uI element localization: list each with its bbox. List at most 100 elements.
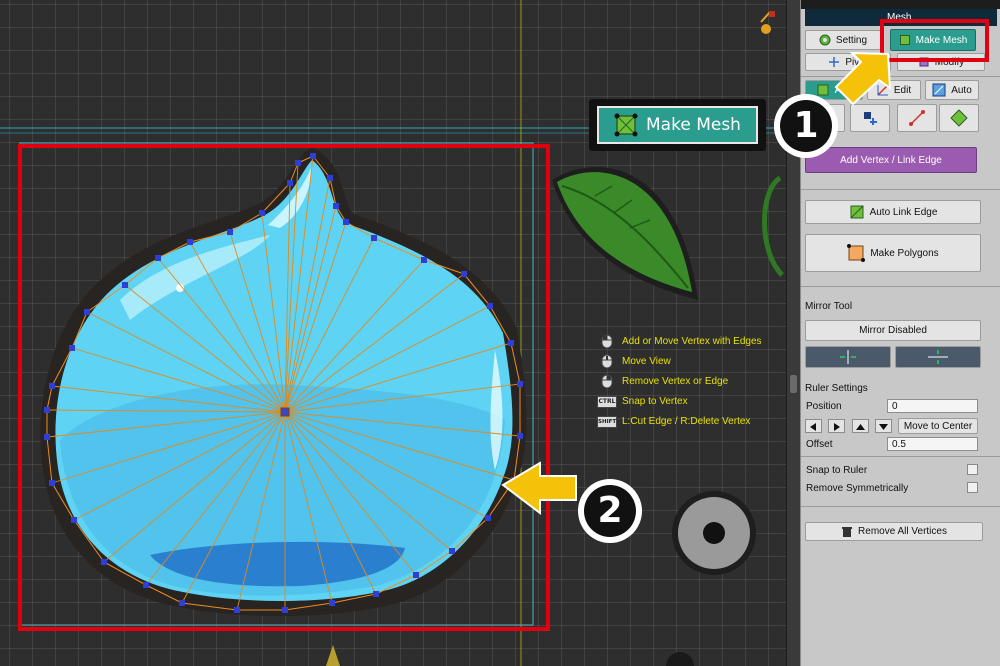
mesh-viewport[interactable]: 2 Make Mesh Add or Move Vertex with Edge… bbox=[0, 0, 786, 666]
offset-label: Offset bbox=[806, 439, 833, 450]
edit-mode-icon bbox=[877, 84, 889, 96]
tab-make-mesh[interactable]: Make Mesh bbox=[890, 29, 976, 51]
mesh-vertex[interactable] bbox=[187, 239, 193, 245]
offset-field[interactable]: 0.5 bbox=[887, 437, 978, 451]
mesh-vertex[interactable] bbox=[49, 480, 55, 486]
mesh-vertex[interactable] bbox=[44, 407, 50, 413]
mesh-center-vertex[interactable] bbox=[280, 407, 290, 417]
add-vertex-link-edge-button[interactable]: Add Vertex / Link Edge bbox=[805, 147, 977, 173]
arrow-down-icon bbox=[879, 424, 888, 430]
make-polygons-icon bbox=[847, 244, 866, 262]
ruler-right-button[interactable] bbox=[828, 419, 845, 433]
mesh-vertex[interactable] bbox=[69, 345, 75, 351]
mesh-vertex[interactable] bbox=[373, 591, 379, 597]
mesh-vertex[interactable] bbox=[155, 255, 161, 261]
trash-icon bbox=[842, 526, 853, 537]
tab-pivot[interactable]: Pivot bbox=[805, 53, 891, 71]
mode-auto-button[interactable]: Auto bbox=[925, 80, 979, 100]
ruler-left-button[interactable] bbox=[805, 419, 822, 433]
setting-icon bbox=[819, 34, 831, 46]
mesh-vertex[interactable] bbox=[485, 515, 491, 521]
hint-text-snap: Snap to Vertex bbox=[622, 396, 688, 407]
mesh-vertex[interactable] bbox=[259, 210, 265, 216]
ruler-settings-label: Ruler Settings bbox=[805, 383, 868, 394]
marker-1-badge bbox=[774, 101, 786, 151]
mesh-vertex[interactable] bbox=[487, 303, 493, 309]
mesh-vertex[interactable] bbox=[461, 271, 467, 277]
hint-text-move-view: Move View bbox=[622, 356, 671, 367]
move-to-center-button[interactable]: Move to Center bbox=[898, 418, 978, 434]
mesh-vertex[interactable] bbox=[44, 434, 50, 440]
mirror-vertical-button[interactable] bbox=[805, 346, 891, 368]
remove-symmetrically-checkbox[interactable] bbox=[967, 482, 978, 493]
make-mesh-tab-icon bbox=[899, 35, 910, 45]
make-polygons-button[interactable]: Make Polygons bbox=[805, 234, 981, 272]
remove-all-vertices-button[interactable]: Remove All Vertices bbox=[805, 522, 983, 541]
separator bbox=[801, 286, 1000, 287]
mesh-vertex[interactable] bbox=[84, 309, 90, 315]
panel-title: Mesh bbox=[887, 12, 912, 23]
mesh-vertex[interactable] bbox=[449, 548, 455, 554]
separator bbox=[801, 456, 1000, 457]
tool-add-vertex-button[interactable] bbox=[850, 104, 890, 132]
tab-setting[interactable]: Setting bbox=[805, 30, 881, 50]
arrow-up-icon bbox=[856, 424, 865, 430]
position-field[interactable]: 0 bbox=[887, 399, 978, 413]
axis-gizmo-icon bbox=[760, 11, 775, 34]
mesh-vertex[interactable] bbox=[421, 257, 427, 263]
shift-key-icon: SHIFT bbox=[597, 416, 617, 428]
mouse-left-icon bbox=[601, 334, 613, 348]
mesh-vertex[interactable] bbox=[143, 582, 149, 588]
modify-icon bbox=[919, 57, 929, 67]
mesh-vertex[interactable] bbox=[234, 607, 240, 613]
mesh-vertex[interactable] bbox=[122, 282, 128, 288]
mode-edit-button[interactable]: Edit bbox=[867, 80, 921, 100]
mesh-vertex[interactable] bbox=[343, 219, 349, 225]
mesh-vertex[interactable] bbox=[295, 160, 301, 166]
mesh-vertex[interactable] bbox=[371, 235, 377, 241]
mesh-vertex[interactable] bbox=[227, 229, 233, 235]
mesh-panel: Mesh Setting Make Mesh Pivot Modify Add … bbox=[800, 0, 1000, 666]
mesh-vertex[interactable] bbox=[517, 433, 523, 439]
splitter-grip[interactable] bbox=[790, 375, 797, 393]
mouse-middle-icon bbox=[601, 354, 613, 368]
tool-link-edge-button[interactable] bbox=[897, 104, 937, 132]
hint-text-remove: Remove Vertex or Edge bbox=[622, 376, 729, 387]
eye-sprite bbox=[672, 491, 756, 575]
mirror-horizontal-button[interactable] bbox=[895, 346, 981, 368]
mesh-vertex[interactable] bbox=[517, 381, 523, 387]
add-mode-icon bbox=[817, 84, 829, 96]
position-label: Position bbox=[806, 401, 842, 412]
mesh-vertex[interactable] bbox=[327, 175, 333, 181]
pivot-icon bbox=[829, 57, 840, 67]
panel-splitter[interactable] bbox=[786, 0, 800, 666]
snap-to-ruler-checkbox[interactable] bbox=[967, 464, 978, 475]
mesh-vertex[interactable] bbox=[287, 180, 293, 186]
mesh-vertex[interactable] bbox=[282, 607, 288, 613]
mode-add-button[interactable]: Add bbox=[805, 80, 863, 100]
hint-text-cut-delete: L:Cut Edge / R:Delete Vertex bbox=[622, 416, 751, 427]
ruler-up-button[interactable] bbox=[852, 419, 869, 433]
mirror-disabled-button[interactable]: Mirror Disabled bbox=[805, 320, 981, 341]
mirror-vertical-icon bbox=[840, 350, 856, 364]
ruler-down-button[interactable] bbox=[875, 419, 892, 433]
mouse-right-icon bbox=[601, 374, 613, 388]
auto-link-edge-button[interactable]: Auto Link Edge bbox=[805, 200, 981, 224]
mesh-vertex[interactable] bbox=[179, 600, 185, 606]
mesh-vertex[interactable] bbox=[101, 559, 107, 565]
tab-modify[interactable]: Modify bbox=[897, 53, 985, 71]
panel-title-bar: Mesh bbox=[805, 9, 997, 26]
auto-mode-icon bbox=[932, 83, 946, 97]
mesh-icon bbox=[614, 113, 638, 137]
mesh-vertex[interactable] bbox=[333, 203, 339, 209]
mesh-vertex[interactable] bbox=[310, 153, 316, 159]
make-mesh-callout: Make Mesh bbox=[589, 99, 766, 151]
panel-header-bar bbox=[801, 0, 1000, 9]
mesh-vertex[interactable] bbox=[49, 383, 55, 389]
mesh-vertex[interactable] bbox=[329, 600, 335, 606]
hint-text-add-move: Add or Move Vertex with Edges bbox=[622, 336, 762, 347]
mesh-vertex[interactable] bbox=[413, 572, 419, 578]
mesh-vertex[interactable] bbox=[71, 517, 77, 523]
mesh-vertex[interactable] bbox=[508, 340, 514, 346]
tool-polygon-button[interactable] bbox=[939, 104, 979, 132]
